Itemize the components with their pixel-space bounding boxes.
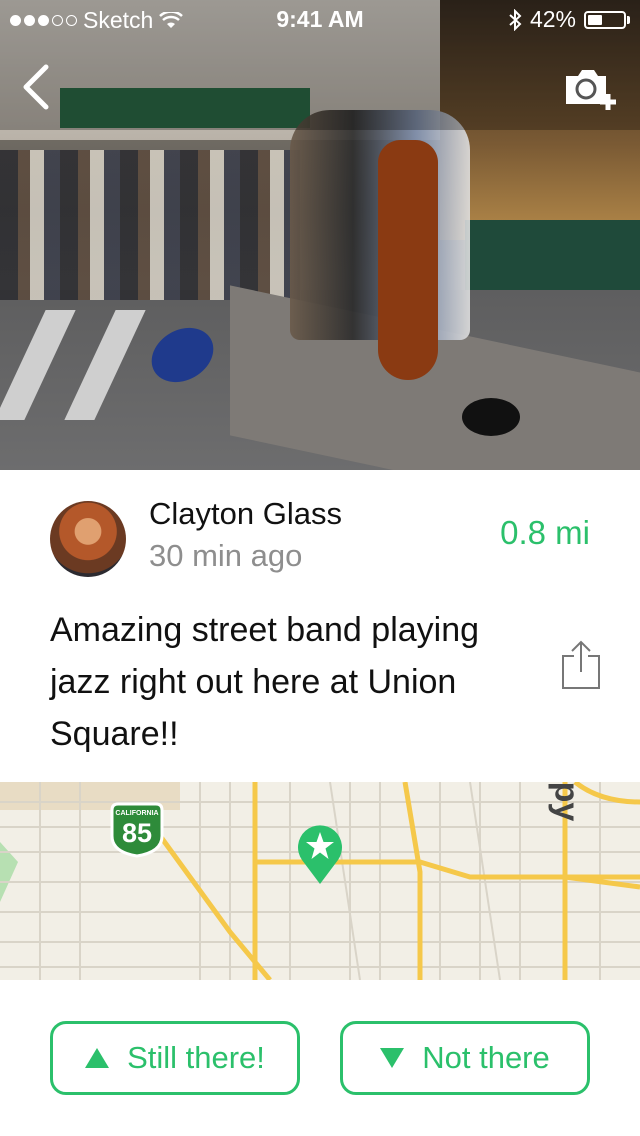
distance-label: 0.8 mi — [500, 514, 590, 551]
not-there-label: Not there — [422, 1040, 550, 1075]
not-there-button[interactable]: Not there — [340, 1021, 590, 1095]
location-map[interactable]: CALIFORNIA 85 py — [0, 782, 640, 980]
battery-percent: 42% — [529, 6, 576, 32]
photo-hat — [462, 398, 520, 436]
action-bar: Still there! Not there — [0, 980, 640, 1136]
map-pin[interactable] — [296, 822, 344, 884]
bluetooth-icon — [509, 8, 522, 31]
share-icon — [562, 640, 600, 689]
battery-tip — [627, 15, 630, 24]
still-there-label: Still there! — [127, 1040, 265, 1075]
post-card: Clayton Glass 30 min ago 0.8 mi Amazing … — [0, 470, 640, 782]
star-pin-icon — [298, 825, 342, 884]
share-button[interactable] — [560, 640, 602, 690]
author-name[interactable]: Clayton Glass — [149, 496, 342, 532]
down-arrow-icon — [380, 1048, 405, 1068]
camera-add-icon — [566, 70, 616, 110]
highway-number: 85 — [121, 818, 153, 848]
photo-crowd — [0, 150, 300, 300]
nav-bar — [0, 40, 640, 130]
status-bar: Sketch 9:41 AM 42% — [0, 0, 640, 40]
back-button[interactable] — [14, 62, 64, 112]
battery-fill — [588, 14, 603, 25]
add-photo-button[interactable] — [564, 66, 618, 112]
post-time: 30 min ago — [149, 538, 303, 573]
battery-icon — [584, 10, 626, 29]
avatar[interactable] — [50, 501, 126, 577]
photo-double-bass — [378, 140, 438, 380]
highway-shield-state: CALIFORNIA — [115, 810, 159, 817]
map-street-label: py — [547, 782, 586, 822]
still-there-button[interactable]: Still there! — [50, 1021, 300, 1095]
chevron-left-icon — [23, 64, 49, 110]
highway-shield-icon: CALIFORNIA 85 — [108, 802, 166, 858]
status-right: 42% — [508, 6, 630, 33]
post-message: Amazing street band playing jazz right o… — [50, 611, 480, 753]
up-arrow-icon — [85, 1048, 110, 1068]
